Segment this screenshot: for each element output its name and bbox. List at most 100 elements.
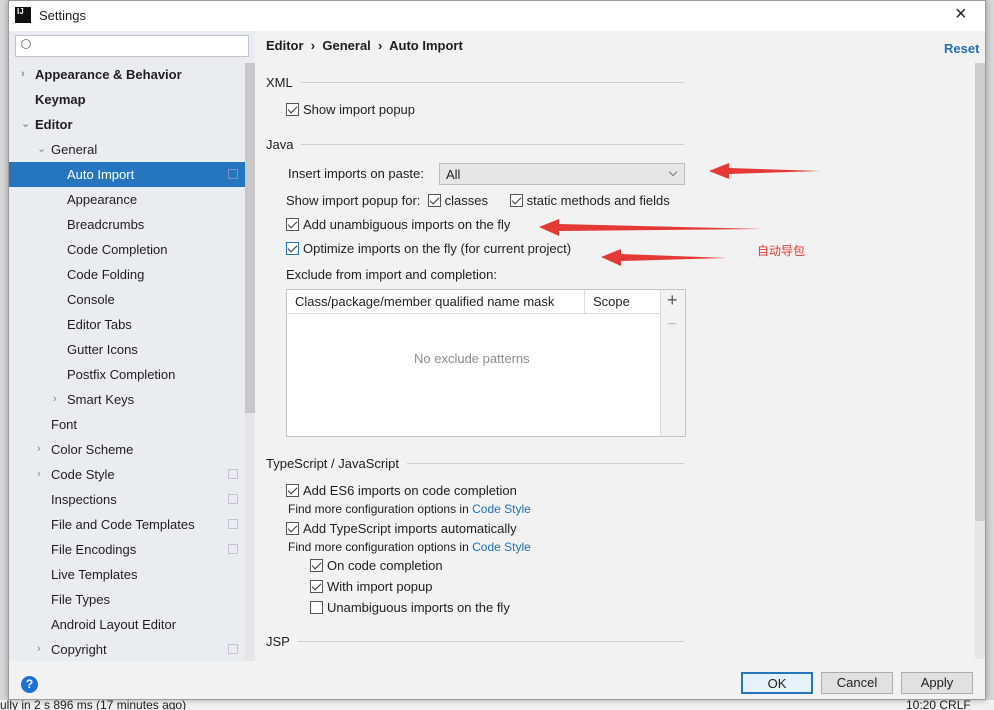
red-arrow-icon [539,219,765,236]
table-header: Class/package/member qualified name mask… [287,290,660,314]
search-field[interactable] [38,38,238,53]
sidebar-item-color-scheme[interactable]: › Color Scheme [9,437,245,462]
sidebar-item-general[interactable]: ⌄ General [9,137,245,162]
search-input[interactable] [15,35,249,57]
breadcrumb-general: General [322,38,371,53]
find-more-hint: Find more configuration options in Code … [288,540,531,554]
static-methods-checkbox[interactable] [509,194,523,207]
scrollbar-thumb[interactable] [975,63,985,521]
chevron-right-icon[interactable]: › [37,462,41,487]
typescript-imports-checkbox[interactable]: Add TypeScript imports automatically [286,521,517,536]
chevron-right-icon[interactable]: › [21,62,25,87]
chevron-down-icon[interactable]: ⌄ [21,112,30,137]
search-icon [21,39,31,49]
checkbox-label: Add TypeScript imports automatically [303,521,517,536]
apply-button[interactable]: Apply [901,672,973,694]
breadcrumb-separator: › [378,38,383,53]
sidebar-item-label: Smart Keys [67,392,135,407]
sidebar-item-live-templates[interactable]: Live Templates [9,562,245,587]
sidebar-item-gutter-icons[interactable]: Gutter Icons [9,337,245,362]
remove-icon[interactable]: − [667,316,676,334]
sidebar-item-label: Appearance & Behavior [35,67,182,82]
sidebar-item-label: Color Scheme [51,442,134,457]
sidebar-item-android-layout-editor[interactable]: Android Layout Editor [9,612,245,637]
sidebar-item-label: File Encodings [51,542,137,557]
sidebar-item-code-completion[interactable]: Code Completion [9,237,245,262]
sidebar-item-console[interactable]: Console [9,287,245,312]
sidebar-item-file-types[interactable]: File Types [9,587,245,612]
column-header-scope[interactable]: Scope [593,294,630,309]
sidebar-item-appearance[interactable]: Appearance [9,187,245,212]
sidebar-item-file-encodings[interactable]: File Encodings [9,537,245,562]
sidebar-item-inspections[interactable]: Inspections [9,487,245,512]
chevron-right-icon[interactable]: › [37,637,41,662]
checkbox-icon[interactable] [286,522,299,535]
xml-section: XML [266,75,684,90]
es6-imports-checkbox[interactable]: Add ES6 imports on code completion [286,483,517,498]
chevron-right-icon[interactable]: › [37,437,41,462]
breadcrumb-separator: › [310,38,316,53]
unambiguous-imports-checkbox[interactable]: Unambiguous imports on the fly [310,600,510,615]
table-toolbar: + − [660,290,685,436]
cancel-button[interactable]: Cancel [821,672,893,694]
chevron-down-icon[interactable]: ⌄ [37,137,46,162]
breadcrumb: Editor › General › Auto Import [266,38,463,53]
sidebar-item-auto-import[interactable]: Auto Import [9,162,245,187]
sidebar-item-label: File and Code Templates [51,517,195,532]
checkbox-icon[interactable] [310,580,323,593]
column-header-mask[interactable]: Class/package/member qualified name mask [295,294,554,309]
help-icon[interactable]: ? [21,676,38,693]
sidebar-item-label: Console [67,292,115,307]
sidebar-item-file-and-code-templates[interactable]: File and Code Templates [9,512,245,537]
sidebar-scrollbar[interactable] [245,63,255,661]
jsp-section: JSP [266,634,684,649]
exclude-table: Class/package/member qualified name mask… [286,289,686,437]
checkbox-icon[interactable] [310,559,323,572]
classes-checkbox[interactable] [427,194,441,207]
sidebar-item-code-folding[interactable]: Code Folding [9,262,245,287]
exclude-label: Exclude from import and completion: [286,267,497,282]
status-position: 10:20 CRLF [906,700,971,710]
sidebar-item-copyright[interactable]: › Copyright [9,637,245,662]
sidebar-item-keymap[interactable]: Keymap [9,87,245,112]
checkbox-icon[interactable] [286,484,299,497]
checkbox-icon[interactable] [286,218,299,231]
hint-text: Find more configuration options in [288,540,469,554]
sidebar-item-font[interactable]: Font [9,412,245,437]
close-icon[interactable]: × [955,3,967,26]
sidebar-item-label: File Types [51,592,111,607]
code-style-link[interactable]: Code Style [472,502,531,516]
checkbox-icon[interactable] [310,601,323,614]
sidebar-item-editor[interactable]: ⌄ Editor [9,112,245,137]
show-import-popup-checkbox[interactable]: Show import popup [286,102,415,117]
checkbox-label: Show import popup [303,102,416,117]
with-import-popup-checkbox[interactable]: With import popup [310,579,433,594]
checkbox-icon[interactable] [286,242,299,255]
scrollbar-thumb[interactable] [245,63,255,413]
checkbox-icon[interactable] [286,103,299,116]
sidebar-item-editor-tabs[interactable]: Editor Tabs [9,312,245,337]
sidebar-item-smart-keys[interactable]: › Smart Keys [9,387,245,412]
add-icon[interactable]: + [667,290,678,311]
checkbox-label: With import popup [327,579,433,594]
section-title: JSP [266,634,290,649]
sidebar-item-breadcrumbs[interactable]: Breadcrumbs [9,212,245,237]
section-title: TypeScript / JavaScript [266,456,399,471]
reset-link[interactable]: Reset [944,41,979,56]
red-arrow-icon [601,249,727,266]
on-code-completion-checkbox[interactable]: On code completion [310,558,443,573]
sidebar-item-postfix-completion[interactable]: Postfix Completion [9,362,245,387]
ok-button[interactable]: OK [741,672,813,694]
settings-tree: › Appearance & Behavior Keymap ⌄ Editor ⌄ Gene… [9,31,255,661]
content-scrollbar[interactable] [975,63,985,659]
chevron-right-icon[interactable]: › [53,387,57,412]
code-style-link[interactable]: Code Style [472,540,531,554]
section-title: Java [266,137,294,152]
popup-for-label: Show import popup for: [286,193,421,208]
sidebar-item-code-style[interactable]: › Code Style [9,462,245,487]
window-title: Settings [39,8,86,23]
add-unambiguous-checkbox[interactable]: Add unambiguous imports on the fly [286,217,510,232]
checkbox-label: On code completion [327,558,443,573]
project-scope-icon [228,544,238,554]
sidebar-item-appearance-behavior[interactable]: › Appearance & Behavior [9,62,245,87]
